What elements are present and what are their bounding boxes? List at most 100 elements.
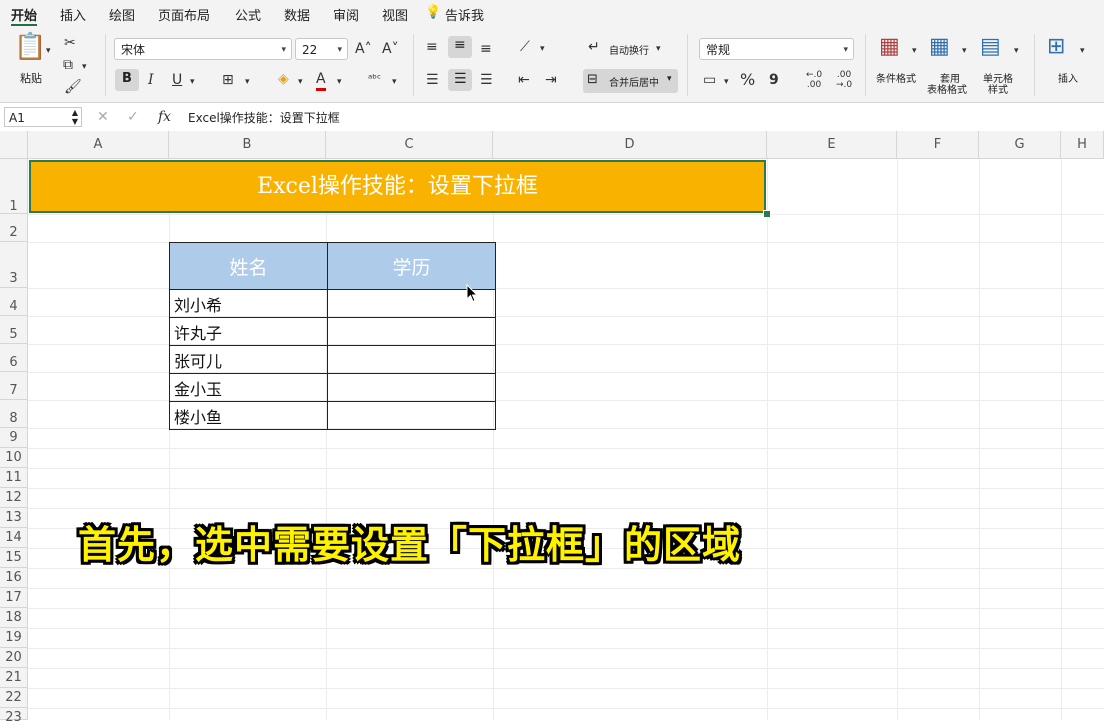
cancel-icon[interactable]: ✕ bbox=[97, 108, 109, 126]
format-painter-icon[interactable]: 🖌 bbox=[64, 78, 82, 96]
column-header-h[interactable]: H bbox=[1061, 131, 1104, 159]
chevron-down-icon[interactable]: ▾ bbox=[724, 73, 729, 91]
cell-style-icon[interactable]: ▤ bbox=[980, 36, 1001, 58]
row-header-11[interactable]: 11 bbox=[0, 468, 28, 488]
table-format-icon[interactable]: ▦ bbox=[929, 36, 950, 58]
row-header-17[interactable]: 17 bbox=[0, 588, 28, 608]
education-cell[interactable] bbox=[327, 401, 496, 430]
function-icon[interactable]: fx bbox=[158, 108, 171, 126]
paste-icon[interactable]: 📋 bbox=[14, 34, 46, 60]
row-header-14[interactable]: 14 bbox=[0, 528, 28, 548]
tab-view[interactable]: 视图 bbox=[382, 5, 408, 24]
row-header-15[interactable]: 15 bbox=[0, 548, 28, 568]
row-header-4[interactable]: 4 bbox=[0, 288, 28, 316]
row-header-2[interactable]: 2 bbox=[0, 214, 28, 242]
number-format-select[interactable]: 常规 ▾ bbox=[699, 38, 854, 60]
align-left-icon[interactable]: ☰ bbox=[426, 71, 439, 89]
increase-indent-icon[interactable]: ⇥ bbox=[545, 71, 557, 89]
table-format-label-2[interactable]: 表格格式 bbox=[927, 81, 967, 96]
tab-page-layout[interactable]: 页面布局 bbox=[158, 5, 210, 24]
row-header-9[interactable]: 9 bbox=[0, 428, 28, 448]
align-top-icon[interactable]: ≡ bbox=[426, 38, 438, 56]
tab-draw[interactable]: 绘图 bbox=[109, 5, 135, 24]
tab-insert[interactable]: 插入 bbox=[60, 5, 86, 24]
confirm-icon[interactable]: ✓ bbox=[127, 108, 139, 126]
wrap-text-icon[interactable]: ↵ bbox=[588, 38, 600, 56]
tab-review[interactable]: 审阅 bbox=[333, 5, 359, 24]
merge-center-button[interactable]: ⊟ 合并后居中 ▾ bbox=[583, 69, 678, 93]
phonetic-icon[interactable]: ᵃᵇᶜ bbox=[368, 70, 381, 88]
align-bottom-icon[interactable]: ≡ bbox=[480, 40, 492, 58]
merged-title-cell[interactable]: Excel操作技能：设置下拉框 bbox=[29, 160, 766, 213]
row-header-20[interactable]: 20 bbox=[0, 648, 28, 668]
column-header-d[interactable]: D bbox=[493, 131, 767, 159]
select-all-corner[interactable] bbox=[0, 131, 28, 159]
row-header-7[interactable]: 7 bbox=[0, 372, 28, 400]
copy-icon[interactable]: ⧉ bbox=[63, 56, 73, 74]
formula-input[interactable]: Excel操作技能：设置下拉框 bbox=[188, 109, 340, 126]
font-color-icon[interactable]: A bbox=[316, 70, 326, 91]
chevron-down-icon[interactable]: ▾ bbox=[1080, 42, 1085, 60]
row-header-10[interactable]: 10 bbox=[0, 448, 28, 468]
chevron-down-icon[interactable]: ▾ bbox=[298, 73, 303, 91]
italic-button[interactable]: I bbox=[148, 71, 154, 89]
name-cell[interactable]: 楼小鱼 bbox=[169, 401, 328, 430]
column-header-e[interactable]: E bbox=[767, 131, 897, 159]
tab-home[interactable]: 开始 bbox=[11, 5, 37, 24]
column-header-a[interactable]: A bbox=[28, 131, 169, 159]
column-header-f[interactable]: F bbox=[897, 131, 979, 159]
education-cell[interactable] bbox=[327, 345, 496, 374]
underline-button[interactable]: U bbox=[172, 71, 182, 89]
chevron-down-icon[interactable]: ▾ bbox=[337, 73, 342, 91]
increase-decimal-icon[interactable]: ←.0.00 bbox=[806, 70, 822, 90]
currency-icon[interactable]: ▭ bbox=[703, 71, 716, 89]
header-cell-name[interactable]: 姓名 bbox=[169, 242, 328, 290]
header-cell-education[interactable]: 学历 bbox=[327, 242, 496, 290]
insert-cells-icon[interactable]: ⊞ bbox=[1047, 36, 1065, 58]
fill-handle[interactable] bbox=[763, 210, 771, 218]
row-header-19[interactable]: 19 bbox=[0, 628, 28, 648]
chevron-down-icon[interactable]: ▾ bbox=[392, 73, 397, 91]
row-header-16[interactable]: 16 bbox=[0, 568, 28, 588]
cut-icon[interactable]: ✂ bbox=[64, 34, 76, 52]
row-header-12[interactable]: 12 bbox=[0, 488, 28, 508]
chevron-down-icon[interactable]: ▾ bbox=[912, 42, 917, 60]
chevron-down-icon[interactable]: ▾ bbox=[962, 42, 967, 60]
cell-style-label-2[interactable]: 样式 bbox=[988, 81, 1008, 96]
name-cell[interactable]: 刘小希 bbox=[169, 289, 328, 318]
font-size-select[interactable]: 22 ▾ bbox=[295, 38, 348, 60]
tab-formulas[interactable]: 公式 bbox=[235, 5, 261, 24]
name-cell[interactable]: 金小玉 bbox=[169, 373, 328, 402]
column-header-b[interactable]: B bbox=[169, 131, 326, 159]
align-center-button[interactable]: ☰ bbox=[448, 69, 472, 91]
row-header-6[interactable]: 6 bbox=[0, 344, 28, 372]
borders-icon[interactable]: ⊞ bbox=[222, 71, 234, 89]
education-cell[interactable] bbox=[327, 317, 496, 346]
chevron-down-icon[interactable]: ▾ bbox=[656, 40, 661, 58]
decrease-font-icon[interactable]: A˅ bbox=[382, 40, 399, 58]
chevron-down-icon[interactable]: ▾ bbox=[82, 58, 87, 76]
row-header-3[interactable]: 3 bbox=[0, 242, 28, 288]
row-header-1[interactable]: 1 bbox=[0, 159, 28, 214]
name-box[interactable]: A1 ▲ ▼ bbox=[4, 107, 82, 127]
education-cell[interactable] bbox=[327, 373, 496, 402]
row-header-23[interactable]: 23 bbox=[0, 708, 28, 725]
row-header-21[interactable]: 21 bbox=[0, 668, 28, 688]
wrap-text-button[interactable]: 自动换行 bbox=[609, 42, 649, 57]
row-header-5[interactable]: 5 bbox=[0, 316, 28, 344]
conditional-format-icon[interactable]: ▦ bbox=[879, 36, 900, 58]
chevron-down-icon[interactable]: ▾ bbox=[46, 42, 51, 60]
row-header-13[interactable]: 13 bbox=[0, 508, 28, 528]
font-name-select[interactable]: 宋体 ▾ bbox=[114, 38, 292, 60]
chevron-down-icon[interactable]: ▾ bbox=[540, 40, 545, 58]
align-right-icon[interactable]: ☰ bbox=[480, 71, 493, 89]
name-cell[interactable]: 许丸子 bbox=[169, 317, 328, 346]
orientation-icon[interactable]: ⟋ bbox=[520, 38, 530, 56]
percent-button[interactable]: % bbox=[740, 71, 755, 89]
tell-me-search[interactable]: 告诉我 bbox=[445, 5, 484, 24]
align-middle-button[interactable]: ≡ bbox=[448, 36, 472, 58]
name-cell[interactable]: 张可儿 bbox=[169, 345, 328, 374]
decrease-indent-icon[interactable]: ⇤ bbox=[518, 71, 530, 89]
fill-color-icon[interactable]: ◈ bbox=[278, 70, 289, 88]
bold-button[interactable]: B bbox=[115, 69, 139, 91]
